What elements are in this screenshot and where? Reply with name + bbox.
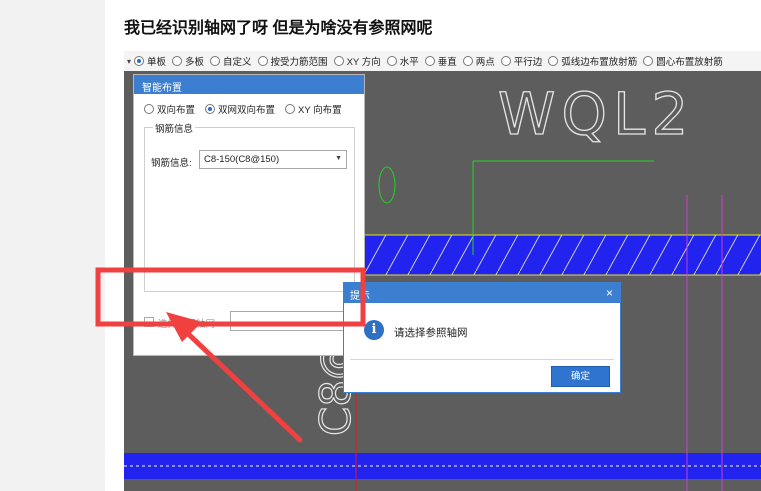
option-two-points[interactable]: 两点 xyxy=(462,54,495,68)
smart-layout-panel: 智能布置 双向布置 双网双向布置 XY 向布置 钢筋信息 钢筋信息: C8-15… xyxy=(133,74,365,356)
option-multi-board[interactable]: 多板 xyxy=(172,54,204,68)
radio-icon xyxy=(424,56,435,66)
green-marker xyxy=(378,166,396,204)
layout-mode-group: 双向布置 双网双向布置 XY 向布置 xyxy=(134,94,364,116)
option-horizontal[interactable]: 水平 xyxy=(386,54,419,68)
chevron-down-icon: ▼ xyxy=(335,155,342,162)
select-reference-axis-label: 选择参照轴网 xyxy=(158,319,216,330)
radio-icon xyxy=(210,56,221,66)
prompt-title-bar: 提示 × xyxy=(344,283,620,303)
option-single-board[interactable]: 单板 xyxy=(134,54,166,68)
page-title: 我已经识别轴网了呀 但是为啥没有参照网呢 xyxy=(124,20,433,37)
radio-icon xyxy=(386,56,397,66)
toolbar-caret-icon[interactable]: ▾ xyxy=(124,57,134,66)
option-custom[interactable]: 自定义 xyxy=(210,54,252,68)
rebar-info-label: 钢筋信息: xyxy=(151,158,192,169)
radio-icon xyxy=(643,56,654,66)
radio-icon xyxy=(172,56,183,66)
mode-double-net[interactable]: 双网双向布置 xyxy=(205,102,275,116)
radio-icon xyxy=(285,104,296,114)
option-arc-radial[interactable]: 弧线边布置放射筋 xyxy=(548,54,637,68)
radio-icon xyxy=(462,56,473,66)
prompt-divider xyxy=(350,359,614,360)
prompt-message: 请选择参照轴网 xyxy=(394,327,468,339)
radio-icon xyxy=(333,56,344,66)
reference-axis-input[interactable] xyxy=(230,311,359,331)
slab-hatch xyxy=(365,235,761,275)
option-toolbar: ▾ 单板 多板 自定义 按受力筋范围 XY 方向 水平 垂直 两点 平行边 弧线… xyxy=(124,51,761,71)
option-xy-direction[interactable]: XY 方向 xyxy=(333,54,381,68)
info-icon: i xyxy=(364,320,384,340)
group-title: 钢筋信息 xyxy=(153,121,196,135)
radio-icon xyxy=(548,56,559,66)
mode-xy[interactable]: XY 向布置 xyxy=(285,102,342,116)
close-icon[interactable]: × xyxy=(606,286,613,300)
cad-label-wql2: WQL2 xyxy=(497,80,695,148)
radio-icon xyxy=(144,104,154,114)
radio-icon xyxy=(257,56,268,66)
rebar-info-group: 钢筋信息 钢筋信息: C8-150(C8@150) ▼ xyxy=(144,121,355,292)
option-vertical[interactable]: 垂直 xyxy=(424,54,457,68)
option-parallel-edge[interactable]: 平行边 xyxy=(500,54,542,68)
page-left-gutter xyxy=(0,0,105,491)
rebar-info-select[interactable]: C8-150(C8@150) ▼ xyxy=(199,150,347,169)
panel-title: 智能布置 xyxy=(134,75,364,94)
reference-axis-row: 选择参照轴网 xyxy=(144,311,359,333)
ok-button[interactable]: 确定 xyxy=(551,366,610,387)
option-center-radial[interactable]: 圆心布置放射筋 xyxy=(643,54,723,68)
prompt-title: 提示 xyxy=(350,291,370,302)
radio-icon xyxy=(205,104,216,114)
option-by-stress-range[interactable]: 按受力筋范围 xyxy=(257,54,328,68)
mode-bidirectional[interactable]: 双向布置 xyxy=(144,102,195,116)
radio-icon xyxy=(134,56,144,66)
rebar-info-value: C8-150(C8@150) xyxy=(204,154,280,165)
select-reference-axis-checkbox[interactable] xyxy=(144,317,154,327)
embedded-screenshot: ▾ 单板 多板 自定义 按受力筋范围 XY 方向 水平 垂直 两点 平行边 弧线… xyxy=(124,51,761,491)
radio-icon xyxy=(500,56,511,66)
prompt-dialog: 提示 × i 请选择参照轴网 确定 xyxy=(343,282,621,393)
